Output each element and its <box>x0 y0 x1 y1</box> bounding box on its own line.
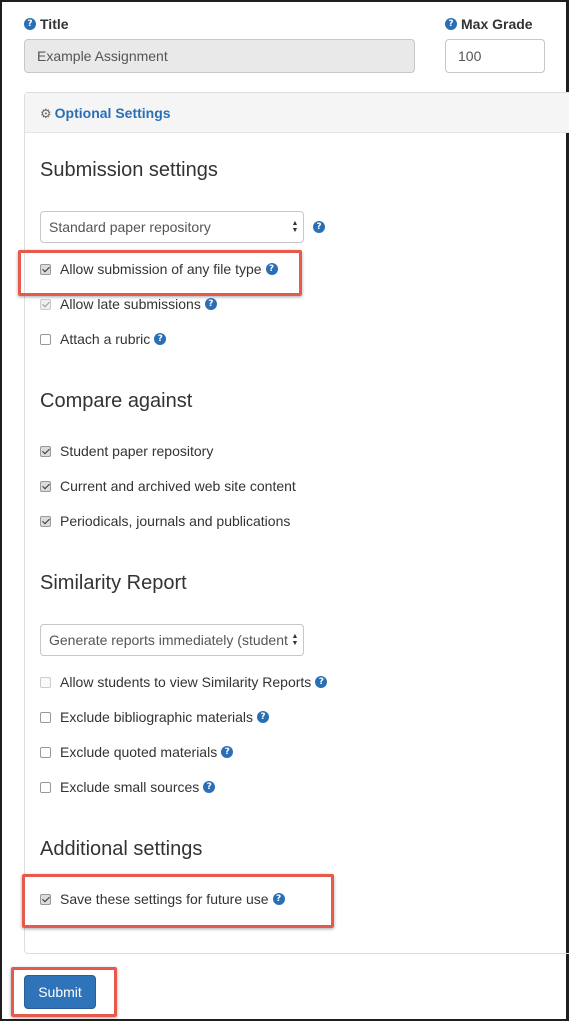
allow-view-similarity-help-icon[interactable]: ? <box>315 676 328 689</box>
allow-view-similarity-checkbox <box>40 676 51 688</box>
submit-button[interactable]: Submit <box>24 975 96 1009</box>
attach-rubric-help-icon[interactable]: ? <box>154 333 167 346</box>
additional-settings-heading: Additional settings <box>40 838 203 860</box>
attach-rubric-option[interactable]: Attach a rubric? <box>40 329 167 349</box>
similarity-report-heading: Similarity Report <box>40 572 187 594</box>
exclude-bibliographic-help-icon[interactable]: ? <box>257 711 269 724</box>
gear-icon: ⚙ <box>40 106 52 121</box>
exclude-bibliographic-checkbox[interactable] <box>40 711 51 723</box>
exclude-small-sources-checkbox[interactable] <box>40 781 51 793</box>
periodicals-checkbox[interactable] <box>40 515 51 527</box>
student-paper-repository-checkbox[interactable] <box>40 445 51 457</box>
save-settings-help-icon[interactable]: ? <box>272 893 285 906</box>
allow-any-file-type-option[interactable]: Allow submission of any file type? <box>40 259 278 279</box>
exclude-small-sources-option[interactable]: Exclude small sources? <box>40 777 216 797</box>
select-arrows-icon: ▲ ▼ <box>291 633 299 647</box>
optional-settings-header[interactable]: ⚙ Optional Settings <box>25 93 569 133</box>
exclude-quoted-option[interactable]: Exclude quoted materials? <box>40 742 234 762</box>
title-label: ? Title <box>24 16 69 32</box>
exclude-quoted-help-icon[interactable]: ? <box>221 746 234 759</box>
repository-select[interactable]: Standard paper repository ▲ ▼ <box>40 211 304 243</box>
allow-late-submissions-option: Allow late submissions? <box>40 294 217 314</box>
allow-late-submissions-checkbox <box>40 298 51 310</box>
allow-any-file-type-checkbox[interactable] <box>40 263 51 275</box>
max-grade-label: ? Max Grade <box>445 16 533 32</box>
save-settings-option[interactable]: Save these settings for future use? <box>40 889 285 909</box>
allow-any-file-type-help-icon[interactable]: ? <box>265 263 278 276</box>
allow-late-submissions-help-icon[interactable]: ? <box>204 298 217 311</box>
web-content-checkbox[interactable] <box>40 480 51 492</box>
web-content-option[interactable]: Current and archived web site content <box>40 476 296 496</box>
select-arrows-icon: ▲ ▼ <box>291 220 299 234</box>
title-input[interactable]: Example Assignment <box>24 39 415 73</box>
max-grade-help-icon[interactable]: ? <box>445 18 457 31</box>
exclude-small-sources-help-icon[interactable]: ? <box>203 781 216 794</box>
submission-settings-heading: Submission settings <box>40 159 218 181</box>
exclude-bibliographic-option[interactable]: Exclude bibliographic materials? <box>40 707 269 727</box>
generate-reports-select[interactable]: Generate reports immediately (student ▲ ▼ <box>40 624 304 656</box>
save-settings-checkbox[interactable] <box>40 893 51 905</box>
student-paper-repository-option[interactable]: Student paper repository <box>40 441 213 461</box>
compare-against-heading: Compare against <box>40 390 193 412</box>
title-help-icon[interactable]: ? <box>24 18 36 31</box>
max-grade-input[interactable]: 100 <box>445 39 545 73</box>
exclude-quoted-checkbox[interactable] <box>40 746 51 758</box>
periodicals-option[interactable]: Periodicals, journals and publications <box>40 511 290 531</box>
repository-help-icon[interactable]: ? <box>313 221 325 233</box>
allow-view-similarity-option: Allow students to view Similarity Report… <box>40 672 328 692</box>
attach-rubric-checkbox[interactable] <box>40 333 51 345</box>
